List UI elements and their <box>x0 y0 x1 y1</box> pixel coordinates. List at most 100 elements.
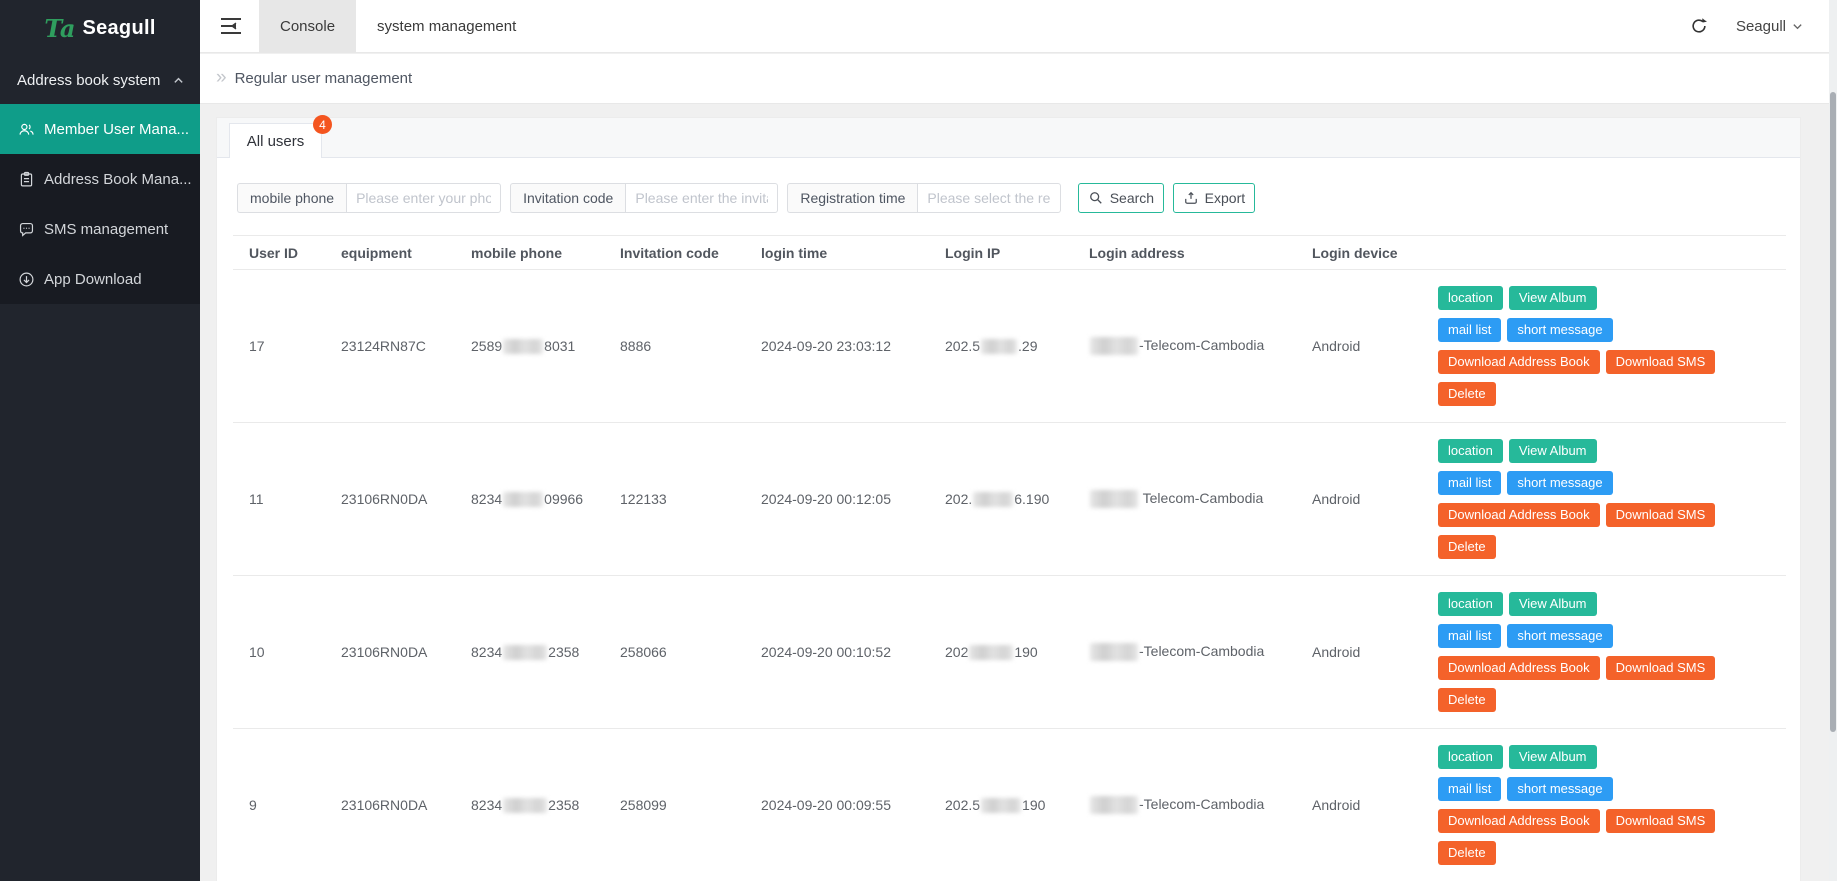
export-button[interactable]: Export <box>1173 183 1256 213</box>
refresh-icon[interactable] <box>1690 17 1708 35</box>
mail-list-button[interactable]: mail list <box>1438 624 1502 648</box>
login-device-cell: Android <box>1296 269 1422 423</box>
tab-all-users-label: All users <box>246 132 305 150</box>
login-address-cell: -Telecom-Cambodia <box>1073 728 1296 881</box>
download-address-book-button[interactable]: Download Address Book <box>1438 503 1600 527</box>
ip-suffix: .29 <box>1018 337 1038 354</box>
ip-suffix: 6.190 <box>1014 490 1050 507</box>
topbar-right: Seagull <box>1690 17 1829 35</box>
login-address-cell: Telecom-Cambodia <box>1073 422 1296 576</box>
location-button[interactable]: location <box>1438 745 1503 769</box>
breadcrumb: Regular user management <box>234 70 413 87</box>
blur-redaction <box>969 645 1014 661</box>
user-menu[interactable]: Seagull <box>1736 18 1803 35</box>
delete-button[interactable]: Delete <box>1438 841 1496 865</box>
user-row: 17 23124RN87C 2589 8031 8886 2024-09-20 2… <box>233 269 1786 423</box>
download-sms-button[interactable]: Download SMS <box>1605 350 1716 374</box>
mobile-phone-input[interactable] <box>346 183 502 213</box>
registration-time-filter: Registration time <box>787 183 1062 213</box>
tab-system-label: system management <box>377 17 517 35</box>
blur-redaction <box>503 798 548 814</box>
app-logo: Ta Seagull <box>0 0 200 56</box>
download-address-book-button[interactable]: Download Address Book <box>1438 350 1600 374</box>
tab-console[interactable]: Console <box>259 0 357 53</box>
tab-console-label: Console <box>280 17 336 35</box>
equipment-cell: 23106RN0DA <box>325 728 455 881</box>
short-message-button[interactable]: short message <box>1507 471 1613 495</box>
logo-title: Seagull <box>82 16 156 39</box>
actions-cell: location View Album mail list short mess… <box>1422 422 1786 576</box>
mail-list-button[interactable]: mail list <box>1438 471 1502 495</box>
user-id-cell: 10 <box>233 575 325 729</box>
invitation-code-cell: 258066 <box>604 575 745 729</box>
col-login-device: Login device <box>1296 235 1422 270</box>
blur-redaction <box>981 798 1022 814</box>
location-button[interactable]: location <box>1438 286 1503 310</box>
login-time-cell: 2024-09-20 00:09:55 <box>745 728 929 881</box>
login-ip-cell: 202.5 190 <box>929 728 1073 881</box>
address-text: -Telecom-Cambodia <box>1139 336 1265 353</box>
ip-prefix: 202. <box>945 490 973 507</box>
users-table-wrap: User ID equipment mobile phone Invitatio… <box>233 235 1786 881</box>
mail-list-button[interactable]: mail list <box>1438 318 1502 342</box>
col-login-address: Login address <box>1073 235 1296 270</box>
delete-button[interactable]: Delete <box>1438 688 1496 712</box>
download-sms-button[interactable]: Download SMS <box>1605 503 1716 527</box>
download-sms-button[interactable]: Download SMS <box>1605 656 1716 680</box>
invitation-code-cell: 258099 <box>604 728 745 881</box>
registration-time-input[interactable] <box>917 183 1062 213</box>
download-sms-button[interactable]: Download SMS <box>1605 809 1716 833</box>
user-id-cell: 17 <box>233 269 325 423</box>
blur-redaction <box>1090 490 1138 509</box>
login-ip-cell: 202.5 .29 <box>929 269 1073 423</box>
collapse-sidebar-icon[interactable] <box>219 16 243 36</box>
ip-suffix: 190 <box>1014 643 1038 660</box>
download-address-book-button[interactable]: Download Address Book <box>1438 809 1600 833</box>
delete-button[interactable]: Delete <box>1438 382 1496 406</box>
mobile-phone-cell: 8234 2358 <box>455 575 604 729</box>
scrollbar-thumb[interactable] <box>1830 92 1836 732</box>
mobile-phone-cell: 2589 8031 <box>455 269 604 423</box>
phone-prefix: 2589 <box>471 337 503 354</box>
invitation-code-filter: Invitation code <box>510 183 779 213</box>
user-count-badge: 4 <box>313 115 332 134</box>
short-message-button[interactable]: short message <box>1507 624 1613 648</box>
user-row: 10 23106RN0DA 8234 2358 258066 2024-09-20… <box>233 575 1786 729</box>
download-circle-icon <box>18 271 35 288</box>
view-album-button[interactable]: View Album <box>1508 745 1597 769</box>
short-message-button[interactable]: short message <box>1507 777 1613 801</box>
delete-button[interactable]: Delete <box>1438 535 1496 559</box>
sidebar-item-address-book-management[interactable]: Address Book Mana... <box>0 154 200 204</box>
location-button[interactable]: location <box>1438 592 1503 616</box>
search-button[interactable]: Search <box>1078 183 1165 213</box>
sidebar-item-sms-management[interactable]: SMS management <box>0 204 200 254</box>
tab-all-users[interactable]: All users 4 <box>229 115 332 158</box>
breadcrumb-bar: » Regular user management <box>200 54 1829 104</box>
filter-bar: mobile phone Invitation code Registratio… <box>237 183 1800 213</box>
col-login-time: login time <box>745 235 929 270</box>
blur-redaction <box>1090 337 1138 356</box>
view-album-button[interactable]: View Album <box>1508 592 1597 616</box>
user-row: 11 23106RN0DA 8234 09966 122133 2024-09-2… <box>233 422 1786 576</box>
sidebar-item-app-download[interactable]: App Download <box>0 254 200 304</box>
short-message-button[interactable]: short message <box>1507 318 1613 342</box>
invitation-code-input[interactable] <box>625 183 779 213</box>
login-time-cell: 2024-09-20 00:12:05 <box>745 422 929 576</box>
view-album-button[interactable]: View Album <box>1508 439 1597 463</box>
sidebar-group-address-book-system[interactable]: Address book system <box>0 56 200 104</box>
tab-system-management[interactable]: system management <box>356 0 537 53</box>
view-album-button[interactable]: View Album <box>1508 286 1597 310</box>
blur-redaction <box>503 492 544 508</box>
login-time-cell: 2024-09-20 00:10:52 <box>745 575 929 729</box>
sidebar-item-member-user-management[interactable]: Member User Mana... <box>0 104 200 154</box>
login-device-cell: Android <box>1296 422 1422 576</box>
download-address-book-button[interactable]: Download Address Book <box>1438 656 1600 680</box>
logo-script-icon: Ta <box>44 13 76 43</box>
phone-suffix: 2358 <box>548 643 580 660</box>
phone-prefix: 8234 <box>471 643 503 660</box>
col-invitation-code: Invitation code <box>604 235 745 270</box>
location-button[interactable]: location <box>1438 439 1503 463</box>
mail-list-button[interactable]: mail list <box>1438 777 1502 801</box>
login-device-cell: Android <box>1296 575 1422 729</box>
sidebar-item-label: App Download <box>44 270 142 288</box>
